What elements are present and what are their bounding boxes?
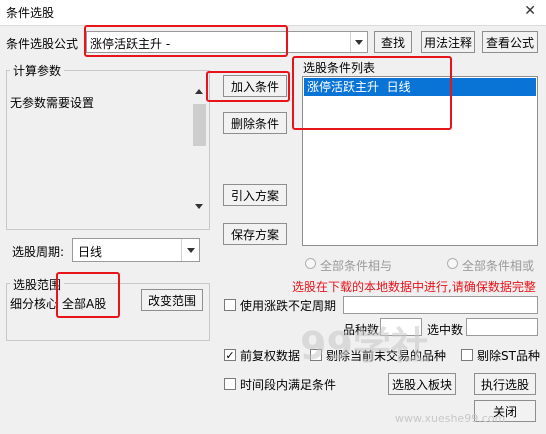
- time-range-checkbox[interactable]: [224, 378, 236, 390]
- chevron-down-icon: [186, 247, 195, 253]
- params-scrollbar[interactable]: [192, 86, 207, 212]
- watermark-url: www.xueshe99.com: [395, 412, 506, 425]
- highlight-range: [56, 272, 120, 318]
- and-label: 全部条件相与: [320, 259, 393, 273]
- period-value: 日线: [78, 245, 103, 259]
- and-radio[interactable]: [305, 258, 316, 269]
- pre-adjust-label: 前复权数据: [240, 349, 301, 363]
- period-label: 选股周期:: [12, 245, 65, 259]
- chevron-down-icon: [355, 39, 363, 45]
- period-dropdown-button[interactable]: [181, 239, 199, 261]
- or-label: 全部条件相或: [462, 259, 535, 273]
- checkmark-icon: ✓: [225, 348, 235, 362]
- close-icon[interactable]: ✕: [524, 3, 536, 19]
- exclude-st-label: 剔除ST品种: [477, 349, 540, 363]
- select-to-block-button[interactable]: 选股入板块: [388, 373, 456, 395]
- selected-field: [466, 318, 538, 336]
- period-select[interactable]: 日线: [72, 238, 200, 262]
- or-radio[interactable]: [447, 258, 458, 269]
- uncertain-period-input[interactable]: [343, 296, 538, 314]
- params-group-title: 计算参数: [10, 62, 65, 79]
- uncertain-period-checkbox[interactable]: [224, 299, 236, 311]
- change-scope-button[interactable]: 改变范围: [141, 289, 203, 311]
- highlight-add-condition: [206, 71, 290, 102]
- view-formula-button[interactable]: 查看公式: [482, 31, 538, 53]
- formula-dropdown-button[interactable]: [350, 32, 367, 52]
- highlight-formula: [84, 25, 288, 57]
- scroll-up-icon[interactable]: [195, 89, 203, 94]
- data-notice: 选股在下载的本地数据中进行,请确保数据完整: [292, 280, 536, 294]
- time-range-label: 时间段内满足条件: [240, 378, 337, 392]
- usage-button[interactable]: 用法注释: [421, 31, 475, 53]
- selected-label: 选中数: [427, 323, 464, 337]
- delete-condition-button[interactable]: 删除条件: [223, 112, 287, 134]
- pre-adjust-checkbox[interactable]: ✓: [224, 349, 236, 361]
- find-button[interactable]: 查找: [374, 31, 412, 53]
- import-plan-button[interactable]: 引入方案: [223, 184, 287, 206]
- highlight-conditions: [292, 56, 452, 130]
- params-text: 无参数需要设置: [10, 96, 95, 110]
- save-plan-button[interactable]: 保存方案: [223, 223, 287, 245]
- exclude-st-checkbox[interactable]: [461, 349, 473, 361]
- watermark-logo: 99学社: [300, 324, 429, 368]
- uncertain-period-label: 使用涨跌不定周期: [240, 299, 337, 313]
- scroll-down-icon[interactable]: [195, 204, 203, 209]
- range-prefix: 细分核心: [10, 297, 59, 311]
- window-title: 条件选股: [6, 6, 55, 20]
- title-bar: 条件选股 ✕: [0, 0, 546, 26]
- formula-label: 条件选股公式: [6, 37, 79, 51]
- execute-button[interactable]: 执行选股: [474, 373, 536, 395]
- scroll-thumb[interactable]: [193, 104, 206, 146]
